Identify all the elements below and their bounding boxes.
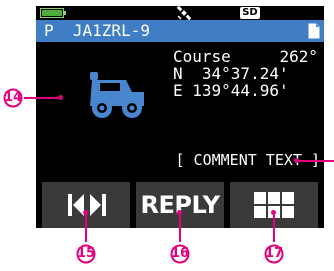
- station-callsign: P JA1ZRL-9: [44, 21, 150, 40]
- callout-16-leader: [179, 212, 181, 242]
- comment-leader-dot: [294, 158, 299, 163]
- course-label: Course: [173, 47, 231, 66]
- latitude-value: N 34°37.24': [173, 64, 289, 83]
- callout-16-dot: [177, 210, 182, 215]
- callout-15: 15: [76, 244, 96, 264]
- jeep-icon: [90, 72, 144, 118]
- battery-icon: [40, 8, 64, 18]
- course-value: 262°: [279, 47, 318, 66]
- callout-15-dot: [83, 210, 88, 215]
- satellite-icon: [176, 6, 192, 20]
- callout-17-dot: [271, 210, 276, 215]
- callout-14-dot: [58, 95, 63, 100]
- callout-16: 16: [170, 244, 190, 264]
- sd-card-badge: SD: [240, 7, 260, 19]
- radio-display: SD P JA1ZRL-9 Course 262° N 34°37.24' E …: [36, 6, 324, 228]
- battery-tip: [64, 11, 66, 15]
- callout-15-leader: [85, 212, 87, 242]
- callout-17: 17: [264, 244, 284, 264]
- station-title-bar: P JA1ZRL-9: [36, 20, 324, 42]
- comment-leader: [296, 160, 334, 162]
- status-bar: SD: [36, 6, 324, 20]
- callout-17-leader: [273, 212, 275, 242]
- longitude-value: E 139°44.96': [173, 81, 289, 100]
- document-icon: [308, 23, 320, 39]
- station-comment: [ COMMENT TEXT ]: [175, 151, 321, 169]
- callout-14-leader: [24, 97, 60, 99]
- callout-14: 14: [3, 88, 23, 108]
